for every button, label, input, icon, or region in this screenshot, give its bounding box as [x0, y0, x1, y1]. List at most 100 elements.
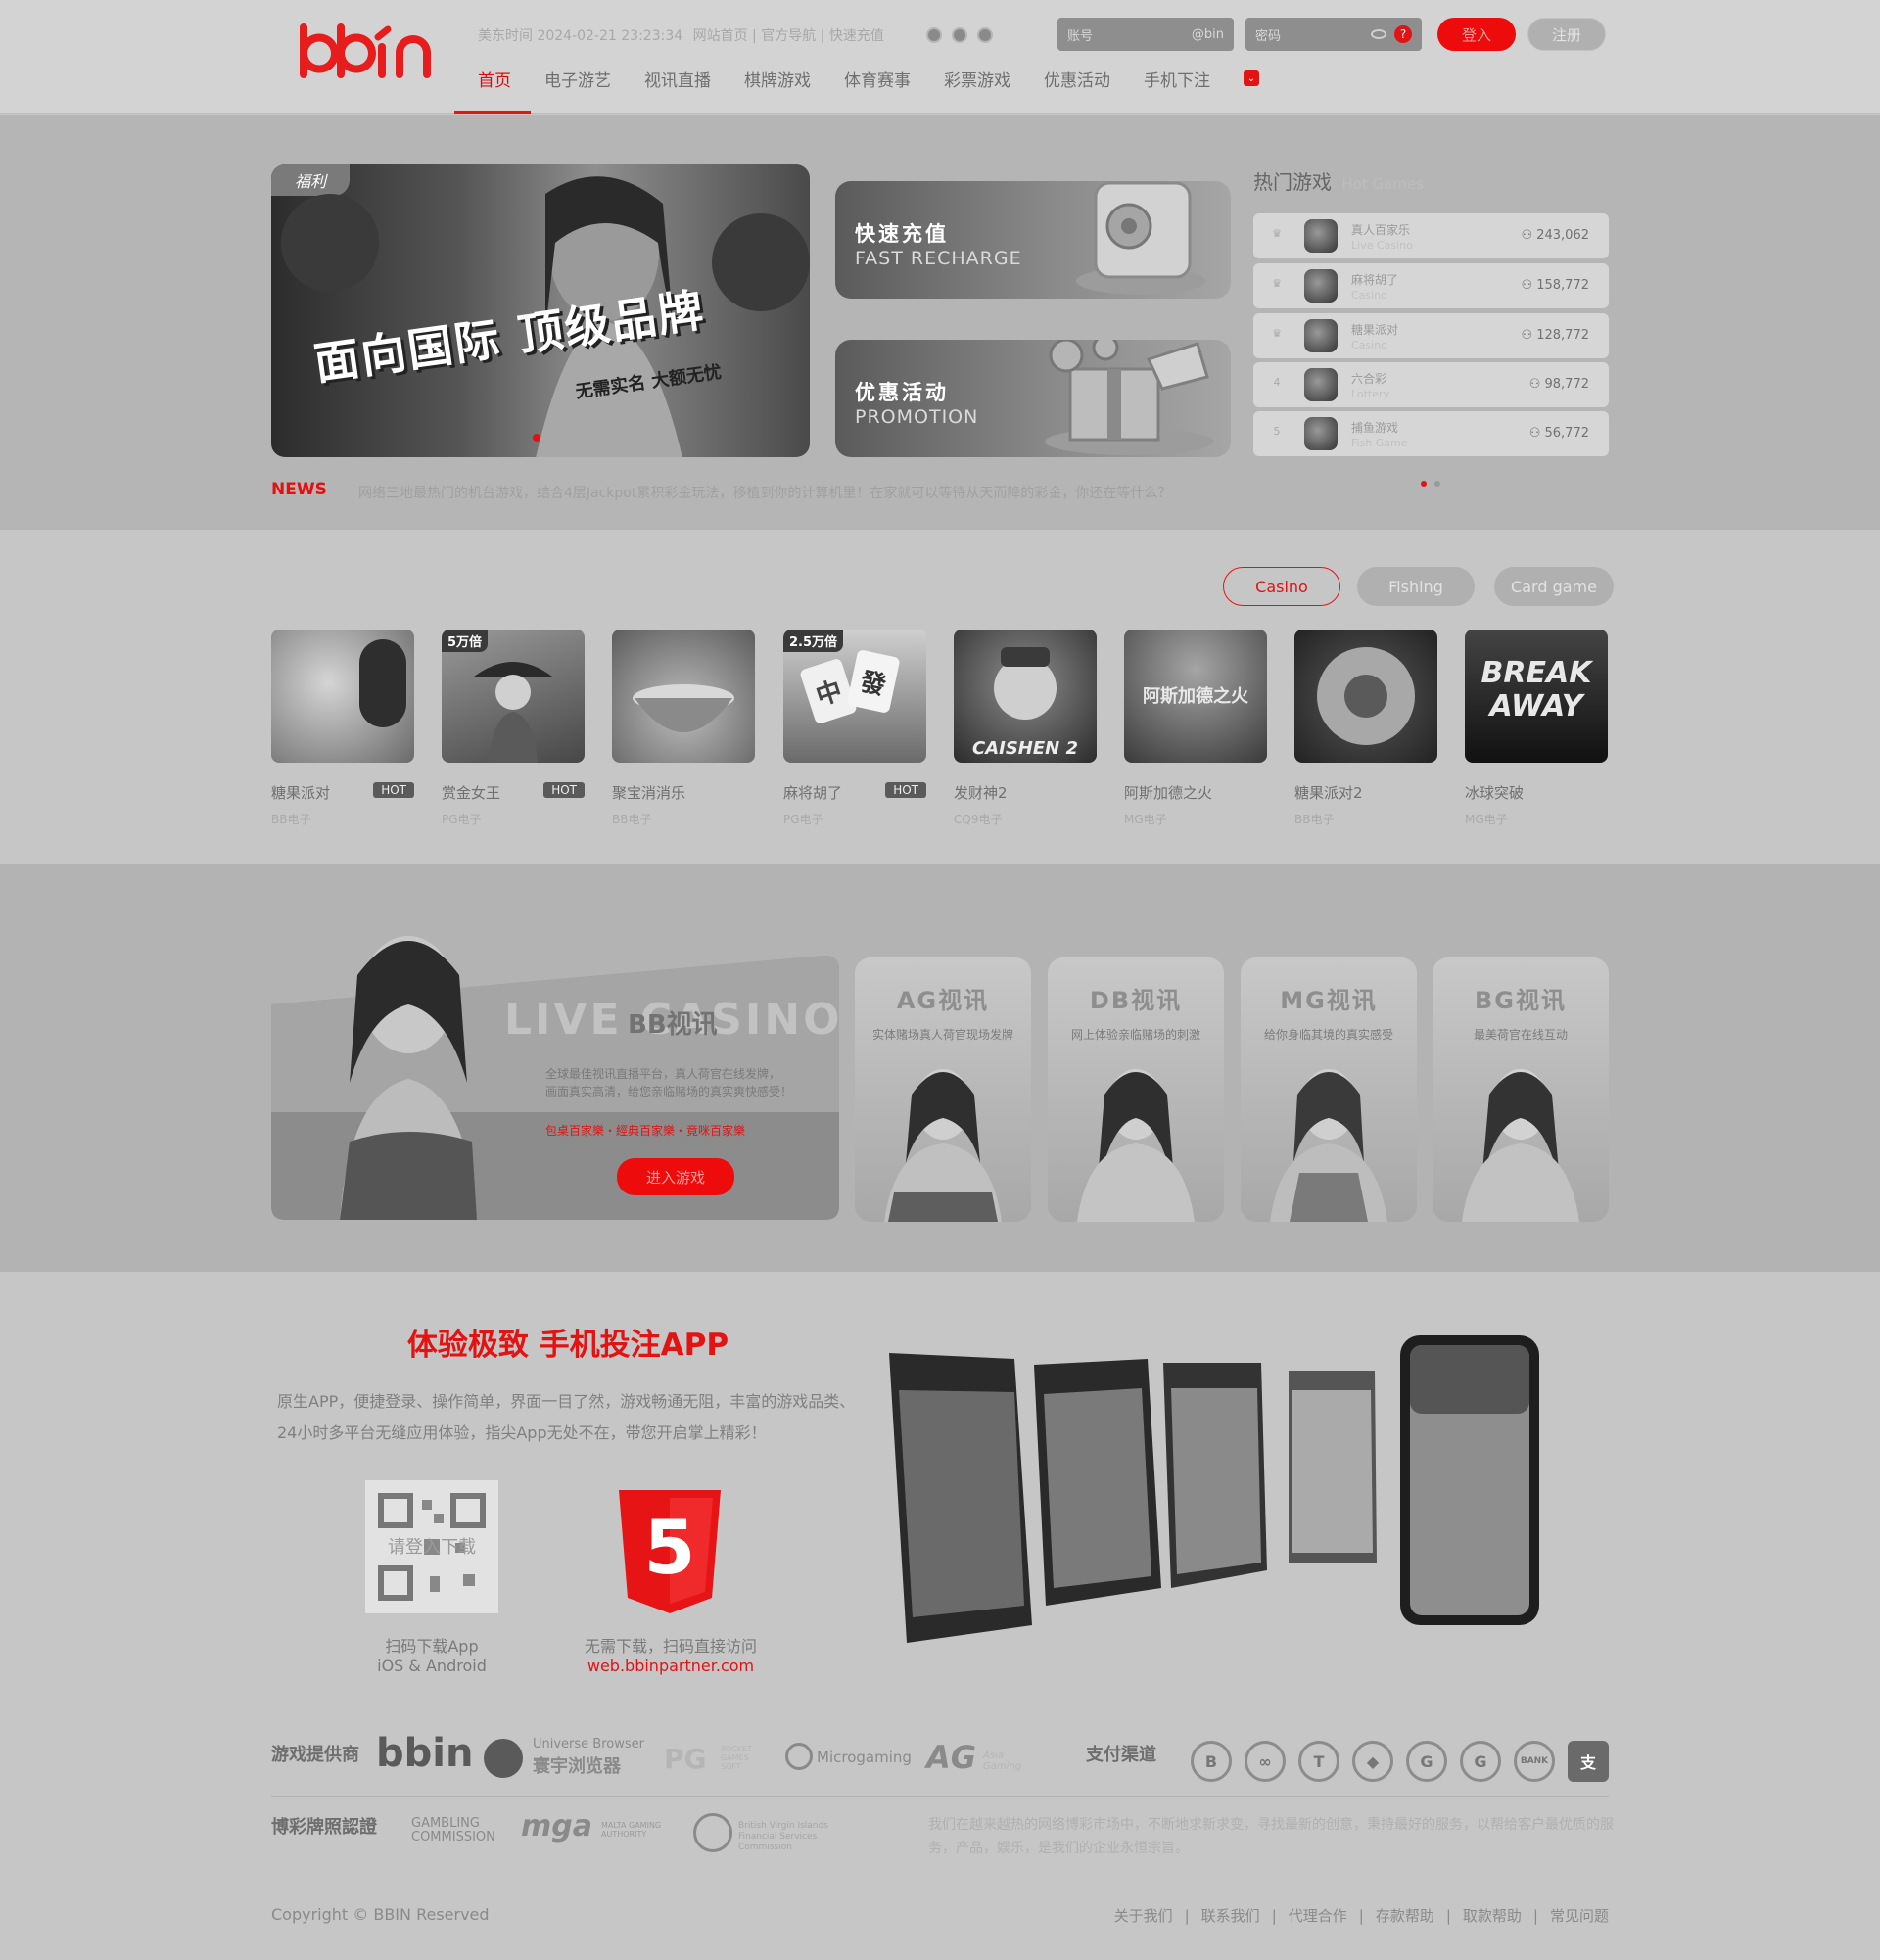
hot-game-row[interactable]: 4 六合彩 Lottery ⚇ 98,772: [1253, 362, 1609, 407]
bg-live-card[interactable]: BG视讯 最美荷官在线互动: [1433, 957, 1609, 1222]
hot-game-row[interactable]: 5 捕鱼游戏 Fish Game ⚇ 56,772: [1253, 411, 1609, 456]
hot-badge: HOT: [885, 782, 926, 798]
game-card[interactable]: 聚宝消消乐 BB电子: [612, 630, 755, 827]
main-banner[interactable]: 福利 面向国际 顶级品牌 无需实名 大额无忧: [271, 164, 810, 457]
register-button[interactable]: 注册: [1528, 18, 1606, 51]
hot-page-dot-active[interactable]: [1421, 481, 1427, 487]
footer-link-withdraw-help[interactable]: 取款帮助: [1463, 1907, 1522, 1925]
game-image: BREAK AWAY: [1465, 630, 1608, 763]
nav-item-chess[interactable]: 棋牌游戏: [744, 57, 811, 114]
live-desc-line2: 画面真实高清，给您亲临赌场的真实爽快感受！: [545, 1085, 793, 1098]
game-card[interactable]: 中 發 2.5万倍 麻将胡了 HOT PG电子: [783, 630, 926, 827]
hot-page-dot[interactable]: [1434, 481, 1440, 487]
hot-game-row[interactable]: ♛ 真人百家乐 Live Casino ⚇ 243,062: [1253, 213, 1609, 258]
game-card[interactable]: 5万倍 赏金女王 HOT PG电子: [442, 630, 585, 827]
password-field[interactable]: 密码 ?: [1246, 18, 1422, 51]
eye-icon[interactable]: [1371, 29, 1386, 39]
top-links[interactable]: 网站首页 | 官方导航 | 快速充值: [693, 28, 884, 44]
live-title: BB视讯: [628, 1010, 718, 1040]
bvi-fsc-logo[interactable]: British Virgin Islands Financial Service…: [738, 1821, 866, 1853]
game-thumbnail: [1304, 368, 1338, 401]
nav-item-home[interactable]: 首页: [454, 57, 531, 114]
account-suffix: @bin: [1191, 26, 1224, 42]
language-switcher: [926, 27, 993, 43]
game-card[interactable]: CAISHEN 2 发财神2 CQ9电子: [954, 630, 1097, 827]
tab-card-game[interactable]: Card game: [1494, 567, 1614, 606]
nav-item-sports[interactable]: 体育赛事: [844, 57, 911, 114]
help-icon[interactable]: ?: [1394, 25, 1412, 43]
bb-live-card[interactable]: LIVE CASINO BB视讯 全球最佳视讯直播平台，真人荷官在线发牌， 画面…: [271, 936, 839, 1220]
game-title: 聚宝消消乐: [612, 784, 686, 802]
hot-game-row[interactable]: ♛ 麻将胡了 Casino ⚇ 158,772: [1253, 263, 1609, 308]
footer-link-faq[interactable]: 常见问题: [1550, 1907, 1609, 1925]
universe-browser-logo-cn[interactable]: 寰宇浏览器: [533, 1752, 621, 1778]
flag-us-icon[interactable]: [977, 27, 993, 43]
fast-recharge-card[interactable]: 快速充值 FAST RECHARGE: [835, 181, 1231, 299]
hot-game-row[interactable]: ♛ 糖果派对 Casino ⚇ 128,772: [1253, 313, 1609, 358]
news-ticker[interactable]: 网络三地最热门的机台游戏，结合4层Jackpot累积彩金玩法，移植到你的计算机里…: [358, 483, 1171, 502]
game-vendor: BB电子: [612, 813, 652, 826]
gambling-commission-logo[interactable]: GAMBLING COMMISSION: [411, 1817, 509, 1844]
player-count-value: 98,772: [1544, 377, 1590, 392]
bbin-provider-logo[interactable]: bbin: [376, 1731, 474, 1776]
footer-link-about[interactable]: 关于我们: [1114, 1907, 1173, 1925]
player-count-value: 56,772: [1544, 426, 1590, 441]
qr-code[interactable]: 请登入下载: [365, 1480, 498, 1613]
game-card[interactable]: 糖果派对 HOT BB电子: [271, 630, 414, 827]
dealer-figure-icon: [340, 936, 477, 1220]
dealer-portrait-icon: [884, 1069, 1002, 1222]
flag-cn-icon[interactable]: [926, 27, 942, 43]
promotion-card[interactable]: 优惠活动 PROMOTION: [835, 340, 1231, 457]
nav-item-promotions[interactable]: 优惠活动: [1044, 57, 1110, 114]
hot-game-name: 六合彩: [1351, 372, 1387, 386]
chevron-down-icon[interactable]: ⌄: [1244, 70, 1259, 86]
nav-item-live[interactable]: 视讯直播: [644, 57, 711, 114]
game-image: 中 發 2.5万倍: [783, 630, 926, 763]
footer-link-contact[interactable]: 联系我们: [1201, 1907, 1260, 1925]
game-card[interactable]: 糖果派对2 BB电子: [1294, 630, 1437, 827]
hot-games-title: 热门游戏 Hot Games: [1253, 166, 1424, 195]
login-button[interactable]: 登入: [1437, 18, 1516, 51]
tab-fishing[interactable]: Fishing: [1357, 567, 1475, 606]
game-card[interactable]: 阿斯加德之火 阿斯加德之火 MG电子: [1124, 630, 1267, 827]
live-card-subtitle: 给你身临其境的真实感受: [1263, 1028, 1393, 1042]
rank-number: 5: [1273, 425, 1281, 438]
mga-logo-text: MALTA GAMING AUTHORITY: [601, 1821, 662, 1839]
bbin-logo[interactable]: [296, 23, 443, 86]
nav-item-mobile[interactable]: 手机下注: [1144, 57, 1210, 114]
account-field[interactable]: 账号 @bin: [1058, 18, 1234, 51]
crown-icon: ♛: [1272, 327, 1282, 340]
candy-flower-icon: [1317, 647, 1415, 745]
player-count: ⚇ 56,772: [1529, 426, 1589, 441]
html5-logo-icon[interactable]: 5: [619, 1490, 721, 1613]
live-card-title: MG视讯: [1280, 987, 1378, 1014]
footer-link-agent[interactable]: 代理合作: [1289, 1907, 1347, 1925]
hot-game-category: Live Casino: [1351, 239, 1413, 252]
h5-url-link[interactable]: web.bbinpartner.com: [563, 1657, 778, 1675]
nav-item-slots[interactable]: 电子游艺: [544, 57, 611, 114]
g-pay-icon: G: [1460, 1741, 1501, 1782]
ethereum-icon: ◆: [1352, 1741, 1393, 1782]
mga-logo[interactable]: mga: [521, 1809, 592, 1843]
player-count-value: 128,772: [1536, 328, 1589, 343]
game-vendor: BB电子: [271, 813, 311, 826]
mg-live-card[interactable]: MG视讯 给你身临其境的真实感受: [1241, 957, 1417, 1222]
ag-logo[interactable]: AG: [926, 1739, 976, 1776]
treasure-bowl-icon: [633, 684, 734, 732]
game-card[interactable]: BREAK AWAY 冰球突破 MG电子: [1465, 630, 1608, 827]
enter-game-button[interactable]: 进入游戏: [617, 1158, 734, 1195]
db-live-card[interactable]: DB视讯 网上体验亲临赌场的刺激: [1048, 957, 1224, 1222]
ag-live-card[interactable]: AG视讯 实体赌场真人荷官现场发牌: [855, 957, 1031, 1222]
game-image: [1294, 630, 1437, 763]
bank-icon: BANK: [1514, 1741, 1555, 1782]
pg-soft-logo[interactable]: PG: [664, 1743, 707, 1775]
microgaming-logo[interactable]: Microgaming: [817, 1749, 912, 1766]
nav-item-lottery[interactable]: 彩票游戏: [944, 57, 1010, 114]
tab-casino[interactable]: Casino: [1223, 567, 1340, 606]
universe-browser-logo-en[interactable]: Universe Browser: [533, 1737, 644, 1751]
footer-link-deposit-help[interactable]: 存款帮助: [1376, 1907, 1434, 1925]
flag-hk-icon[interactable]: [952, 27, 967, 43]
banner-dot[interactable]: [533, 434, 540, 442]
providers-label: 游戏提供商: [271, 1745, 359, 1765]
hot-badge: HOT: [543, 782, 585, 798]
